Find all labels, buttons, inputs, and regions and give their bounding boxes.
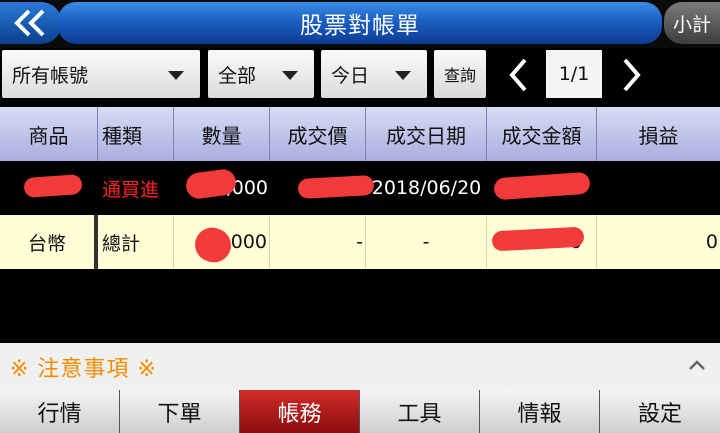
table-header: 商品 種類 數量 成交價 成交日期 成交金額 損益 xyxy=(0,107,720,161)
cell-price: - xyxy=(270,215,366,269)
nav-tab-account[interactable]: 帳務 xyxy=(240,390,360,433)
cell-type: 總計 xyxy=(98,215,174,269)
cell-trade-date: - xyxy=(366,215,487,269)
next-page-button[interactable] xyxy=(616,56,646,94)
column-header-amount[interactable]: 成交金額 xyxy=(487,107,597,161)
top-header: 股票對帳單 小計 xyxy=(0,0,720,48)
period-select-value: 今日 xyxy=(331,64,370,87)
filter-row: 所有帳號 全部 今日 查詢 1/1 xyxy=(0,48,720,104)
nav-tab-settings[interactable]: 設定 xyxy=(600,390,720,433)
chevron-up-icon[interactable] xyxy=(688,359,706,371)
nav-tab-order[interactable]: 下單 xyxy=(120,390,240,433)
cell-profit-loss xyxy=(597,161,720,215)
subtotal-label: 小計 xyxy=(672,13,711,36)
cell-type: 通買進 xyxy=(102,178,160,201)
page-indicator: 1/1 xyxy=(546,50,602,98)
period-select[interactable]: 今日 xyxy=(321,50,427,98)
query-label: 查詢 xyxy=(443,66,476,85)
chevron-right-icon xyxy=(623,58,641,92)
account-select[interactable]: 所有帳號 xyxy=(2,50,200,98)
column-header-profit-loss[interactable]: 損益 xyxy=(597,107,720,161)
previous-page-button[interactable] xyxy=(504,56,534,94)
column-header-quantity[interactable]: 數量 xyxy=(174,107,270,161)
category-select[interactable]: 全部 xyxy=(208,50,314,98)
table-row[interactable]: 台幣 總計 000 - - 0 0 xyxy=(0,215,720,269)
chevron-left-icon xyxy=(509,58,527,92)
notice-bar[interactable]: ※ 注意事項 ※ xyxy=(0,343,720,390)
column-header-product[interactable]: 商品 xyxy=(0,107,98,161)
redaction-mark xyxy=(23,174,83,198)
cell-profit-loss: 0 xyxy=(705,231,718,253)
redaction-mark xyxy=(297,175,375,199)
double-chevron-left-icon xyxy=(14,9,45,37)
page-indicator-text: 1/1 xyxy=(558,63,590,85)
query-button[interactable]: 查詢 xyxy=(434,50,486,98)
account-select-value: 所有帳號 xyxy=(12,64,89,87)
caret-down-icon xyxy=(168,71,184,80)
cell-product: 台幣 xyxy=(0,215,98,269)
bottom-navigation: 行情 下單 帳務 工具 情報 設定 xyxy=(0,390,720,433)
column-header-price[interactable]: 成交價 xyxy=(270,107,366,161)
column-header-type[interactable]: 種類 xyxy=(98,107,174,161)
column-header-trade-date[interactable]: 成交日期 xyxy=(366,107,487,161)
caret-down-icon xyxy=(395,71,411,80)
notice-label: ※ 注意事項 ※ xyxy=(10,356,157,382)
category-select-value: 全部 xyxy=(218,64,257,87)
caret-down-icon xyxy=(282,71,298,80)
subtotal-button[interactable]: 小計 xyxy=(664,2,720,44)
page-title-text: 股票對帳單 xyxy=(300,13,420,39)
back-button[interactable] xyxy=(0,2,62,44)
nav-tab-info[interactable]: 情報 xyxy=(480,390,600,433)
page-title: 股票對帳單 xyxy=(58,2,662,44)
nav-tab-quotes[interactable]: 行情 xyxy=(0,390,120,433)
nav-tab-tools[interactable]: 工具 xyxy=(360,390,480,433)
cell-trade-date: 2018/06/20 xyxy=(371,177,482,199)
